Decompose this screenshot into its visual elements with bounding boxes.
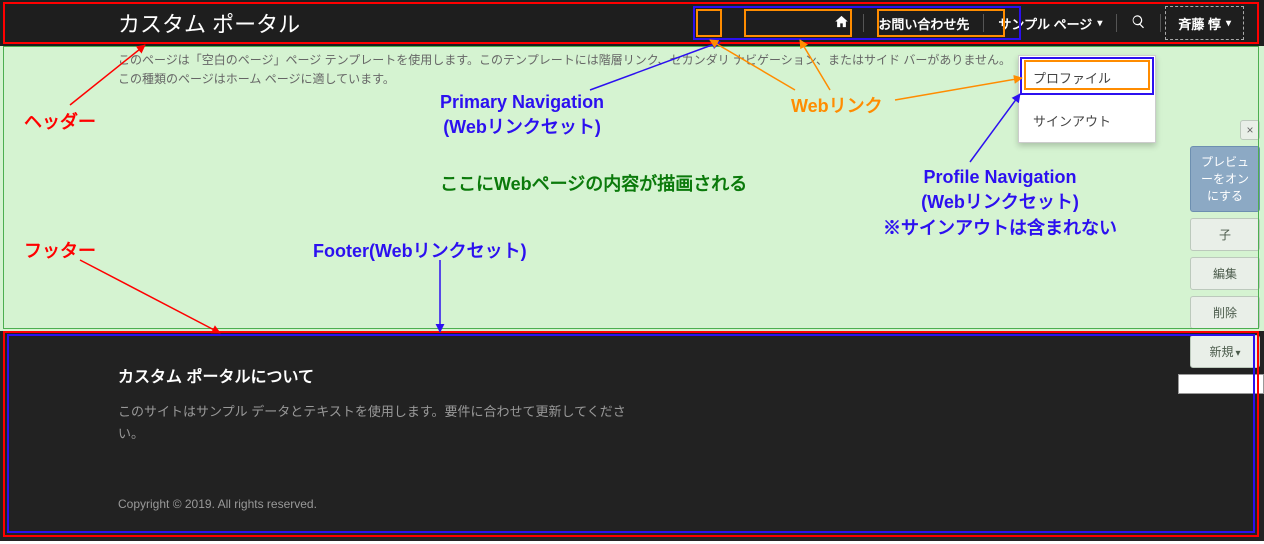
anno-label-header: ヘッダー [24, 108, 96, 134]
toolbar-input[interactable] [1178, 374, 1264, 394]
nav-separator [1160, 14, 1161, 32]
anno-label-primary-nav: Primary Navigation (Webリンクセット) [440, 92, 604, 139]
chevron-down-icon: ▾ [1235, 348, 1240, 359]
nav-contact[interactable]: お問い合わせ先 [864, 0, 983, 46]
edit-toolbar: × プレビューをオンにする 子 編集 削除 新規▾ [1176, 120, 1264, 394]
toolbar-close[interactable]: × [1240, 120, 1260, 140]
anno-profile-nav-l3: ※サインアウトは含まれない [883, 214, 1117, 240]
anno-label-footer: フッター [24, 237, 96, 263]
chevron-down-icon: ▾ [1226, 18, 1231, 29]
chevron-down-icon: ▾ [1097, 18, 1102, 29]
body-text: このページは「空白のページ」ページ テンプレートを使用します。このテンプレートに… [118, 51, 1011, 89]
toolbar-child[interactable]: 子 [1190, 218, 1260, 251]
nav-user[interactable]: 斉藤 惇 ▾ [1165, 6, 1244, 40]
search-icon [1131, 14, 1146, 32]
user-dropdown: プロファイル サインアウト [1018, 55, 1156, 143]
anno-label-content: ここにWebページの内容が描画される [440, 170, 747, 196]
header-bar: カスタム ポータル お問い合わせ先 サンプル ページ ▾ 斉藤 惇 ▾ [0, 0, 1264, 46]
toolbar-new[interactable]: 新規▾ [1190, 335, 1260, 368]
anno-primary-nav-l2: (Webリンクセット) [440, 113, 604, 139]
anno-label-footer-set: Footer(Webリンクセット) [313, 237, 527, 263]
anno-profile-nav-l1: Profile Navigation [883, 167, 1117, 188]
anno-profile-nav-l2: (Webリンクセット) [883, 188, 1117, 214]
footer-desc: このサイトはサンプル データとテキストを使用します。要件に合わせて更新してくださ… [118, 401, 638, 445]
nav-user-label: 斉藤 惇 [1178, 14, 1221, 33]
footer-title: カスタム ポータルについて [118, 363, 1264, 387]
brand-title[interactable]: カスタム ポータル [118, 7, 300, 39]
nav-search[interactable] [1117, 0, 1160, 46]
toolbar-edit[interactable]: 編集 [1190, 257, 1260, 290]
body-line2: この種類のページはホーム ページに適しています。 [118, 70, 1011, 89]
toolbar-new-label: 新規 [1209, 345, 1233, 359]
primary-nav: お問い合わせ先 サンプル ページ ▾ 斉藤 惇 ▾ [820, 0, 1244, 46]
anno-label-profile-nav: Profile Navigation (Webリンクセット) ※サインアウトは含… [883, 167, 1117, 240]
home-icon [834, 14, 849, 32]
anno-primary-nav-l1: Primary Navigation [440, 92, 604, 113]
footer: カスタム ポータルについて このサイトはサンプル データとテキストを使用します。… [0, 331, 1264, 541]
nav-sample-page-label: サンプル ページ [998, 14, 1092, 33]
body-line1: このページは「空白のページ」ページ テンプレートを使用します。このテンプレートに… [118, 51, 1011, 70]
dropdown-profile[interactable]: プロファイル [1019, 56, 1155, 99]
nav-sample-page[interactable]: サンプル ページ ▾ [984, 0, 1116, 46]
toolbar-delete[interactable]: 削除 [1190, 296, 1260, 329]
dropdown-signout[interactable]: サインアウト [1019, 99, 1155, 142]
toolbar-preview[interactable]: プレビューをオンにする [1190, 146, 1260, 212]
footer-copyright: Copyright © 2019. All rights reserved. [118, 497, 317, 511]
anno-label-weblink: Webリンク [791, 92, 883, 118]
nav-home[interactable] [820, 0, 863, 46]
nav-contact-label: お問い合わせ先 [878, 14, 969, 33]
